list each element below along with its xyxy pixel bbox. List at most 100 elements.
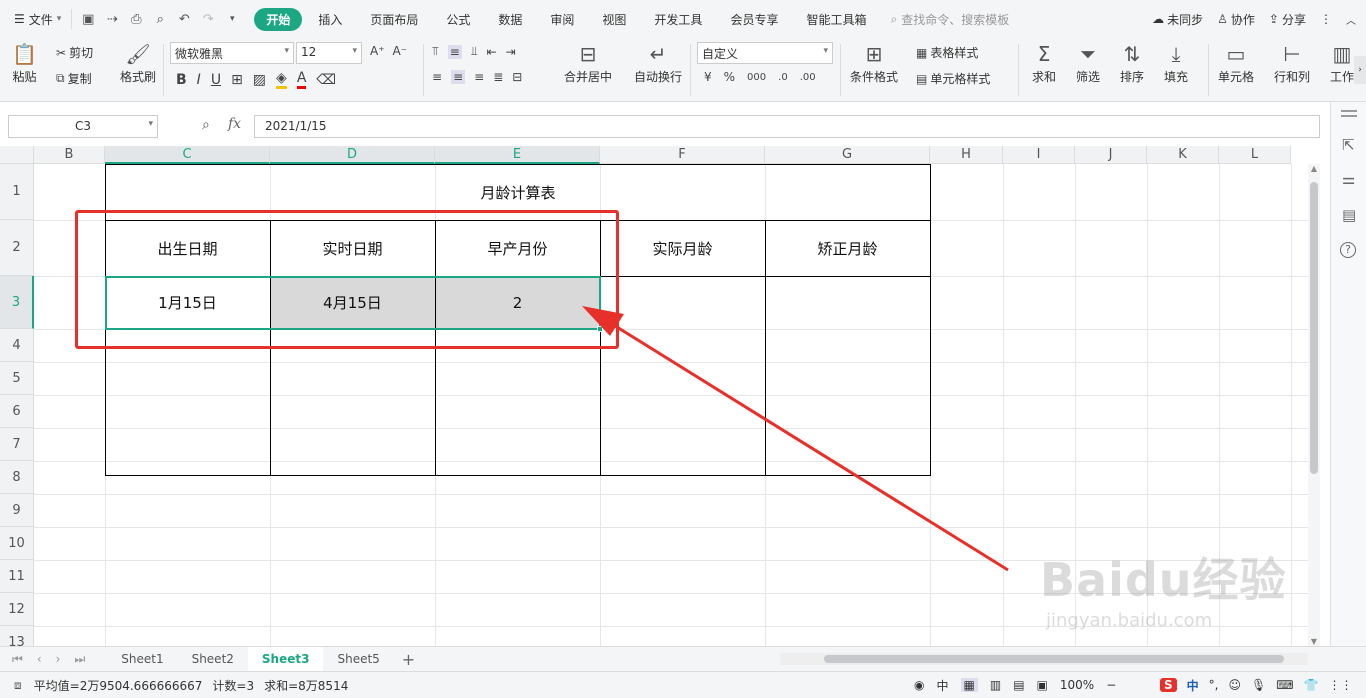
cut-button[interactable]: ✂ 剪切 (56, 44, 93, 61)
align-right-icon[interactable]: ≡ (474, 70, 484, 84)
column-header-G[interactable]: G (765, 146, 930, 164)
sheet-tab-0[interactable]: Sheet1 (107, 647, 177, 671)
column-header-I[interactable]: I (1003, 146, 1075, 164)
scroll-down-icon[interactable]: ▼ (1308, 637, 1320, 646)
last-sheet-icon[interactable]: ⏭ (74, 652, 85, 667)
column-header-D[interactable]: D (270, 146, 435, 164)
border-icon[interactable]: ⊞ (231, 72, 243, 88)
zoom-level[interactable]: 100% (1060, 678, 1094, 692)
copy-button[interactable]: ⧉ 复制 (56, 70, 92, 87)
panel-toggle-icon[interactable] (1341, 110, 1357, 112)
more-options-icon[interactable]: ⋮ (1320, 12, 1332, 26)
more-icon[interactable]: ▾ (224, 11, 240, 27)
cell-button[interactable]: ▭ 单元格 (1218, 42, 1254, 85)
row-header-9[interactable]: 9 (0, 494, 34, 527)
clear-format-icon[interactable]: ⌫ (316, 72, 336, 88)
emoji-icon[interactable]: ☺ (1229, 678, 1242, 692)
increase-decimal-icon[interactable]: .0 (778, 72, 788, 83)
sum-button[interactable]: Σ 求和 (1032, 42, 1056, 85)
row-header-10[interactable]: 10 (0, 527, 34, 560)
indent-decrease-icon[interactable]: ⇤ (487, 45, 497, 59)
mic-icon[interactable]: 🎙 (1251, 678, 1266, 692)
normal-view-icon[interactable]: ▦ (960, 678, 978, 692)
fill-button[interactable]: ⤓ 填充 (1164, 42, 1188, 85)
name-box[interactable]: C3 (8, 115, 158, 138)
row-header-4[interactable]: 4 (0, 329, 34, 362)
italic-icon[interactable]: I (197, 72, 201, 88)
align-bottom-icon[interactable]: ⫫ (471, 44, 478, 59)
fill-color-icon[interactable]: ◈ (276, 70, 287, 89)
zoom-formula-icon[interactable]: ⌕ (202, 117, 210, 133)
select-all-corner[interactable] (0, 146, 34, 164)
scroll-thumb[interactable] (1310, 182, 1318, 474)
center-icon[interactable]: 中 (936, 677, 948, 694)
increase-font-icon[interactable]: A⁺ (370, 44, 385, 58)
undo-icon[interactable]: ↶ (176, 11, 192, 27)
search-box[interactable]: ⌕ 查找命令、搜索模板 (890, 11, 1009, 28)
horizontal-scrollbar[interactable] (780, 653, 1308, 665)
row-header-6[interactable]: 6 (0, 395, 34, 428)
cell-corrected-age[interactable] (765, 276, 930, 329)
tab-7[interactable]: 开发工具 (642, 8, 714, 31)
cursor-select-icon[interactable]: ⇱ (1342, 136, 1355, 154)
row-header-5[interactable]: 5 (0, 362, 34, 395)
align-center-icon[interactable]: ≡ (451, 70, 466, 84)
first-sheet-icon[interactable]: ⏮ (12, 652, 23, 667)
sheet-tab-3[interactable]: Sheet5 (323, 647, 393, 671)
header-actual-age[interactable]: 实际月龄 (600, 220, 765, 276)
vertical-scrollbar[interactable]: ▲ ▼ (1308, 164, 1320, 646)
conditional-format-button[interactable]: ⊞ 条件格式 (850, 42, 898, 85)
column-header-B[interactable]: B (34, 146, 105, 164)
redo-icon[interactable]: ↷ (200, 11, 216, 27)
prev-sheet-icon[interactable]: ‹ (37, 652, 42, 667)
font-size-select[interactable]: 12 (296, 42, 362, 64)
reading-view-icon[interactable]: ▣ (1037, 678, 1048, 692)
save-icon[interactable]: ▣ (80, 11, 96, 27)
print-preview-icon[interactable]: ⌕ (152, 11, 168, 27)
row-header-13[interactable]: 13 (0, 626, 34, 646)
worksheet-button[interactable]: ▥ 工作 (1330, 42, 1354, 85)
sort-button[interactable]: ⇅ 排序 (1120, 42, 1144, 85)
ribbon-scroll-right-icon[interactable]: › (1354, 56, 1366, 84)
tab-5[interactable]: 审阅 (538, 8, 586, 31)
row-header-7[interactable]: 7 (0, 428, 34, 461)
column-header-L[interactable]: L (1219, 146, 1291, 164)
next-sheet-icon[interactable]: › (56, 652, 61, 667)
keyboard-icon[interactable]: ⌨ (1276, 678, 1293, 692)
style-icon[interactable]: ▨ (253, 72, 266, 88)
decrease-font-icon[interactable]: A⁻ (393, 44, 408, 58)
export-icon[interactable]: ⇢ (104, 11, 120, 27)
align-middle-icon[interactable]: ≡ (447, 44, 462, 59)
column-header-H[interactable]: H (930, 146, 1003, 164)
tab-1[interactable]: 插入 (306, 8, 354, 31)
thousands-icon[interactable]: 000 (747, 72, 766, 83)
paste-button[interactable]: 📋 粘贴 (12, 42, 37, 85)
row-header-1[interactable]: 1 (0, 164, 34, 220)
row-header-3[interactable]: 3 (0, 276, 34, 329)
tab-0[interactable]: 开始 (254, 7, 303, 31)
tab-6[interactable]: 视图 (590, 8, 638, 31)
clipboard-icon[interactable]: ▤ (1342, 206, 1356, 224)
row-col-button[interactable]: ⊢ 行和列 (1274, 42, 1310, 85)
scroll-up-icon[interactable]: ▲ (1308, 164, 1320, 173)
apps-icon[interactable]: ⋮⋮ (1329, 678, 1353, 692)
zoom-out-icon[interactable]: − (1106, 678, 1116, 692)
justify-icon[interactable]: ≣ (493, 70, 503, 84)
percent-icon[interactable]: % (724, 70, 735, 84)
column-header-F[interactable]: F (600, 146, 765, 164)
cell-style-button[interactable]: ▤ 单元格样式 (916, 70, 990, 87)
header-corrected-age[interactable]: 矫正月龄 (765, 220, 930, 276)
sheet-tab-1[interactable]: Sheet2 (178, 647, 248, 671)
eye-icon[interactable]: ◉ (914, 678, 924, 692)
font-name-select[interactable]: 微软雅黑 (170, 42, 294, 64)
table-style-button[interactable]: ▦ 表格样式 (916, 44, 978, 61)
share-button[interactable]: ⇪ 分享 (1269, 11, 1306, 28)
punctuation-icon[interactable]: °, (1209, 678, 1219, 692)
bold-icon[interactable]: B (176, 72, 187, 88)
settings-sliders-icon[interactable]: ⚌ (1342, 170, 1355, 188)
tab-4[interactable]: 数据 (486, 8, 534, 31)
file-menu[interactable]: ☰ 文件 ▾ (0, 11, 71, 28)
collab-button[interactable]: ♙ 协作 (1217, 11, 1255, 28)
format-painter-button[interactable]: 🖌 格式刷 (120, 42, 156, 85)
column-header-K[interactable]: K (1147, 146, 1219, 164)
